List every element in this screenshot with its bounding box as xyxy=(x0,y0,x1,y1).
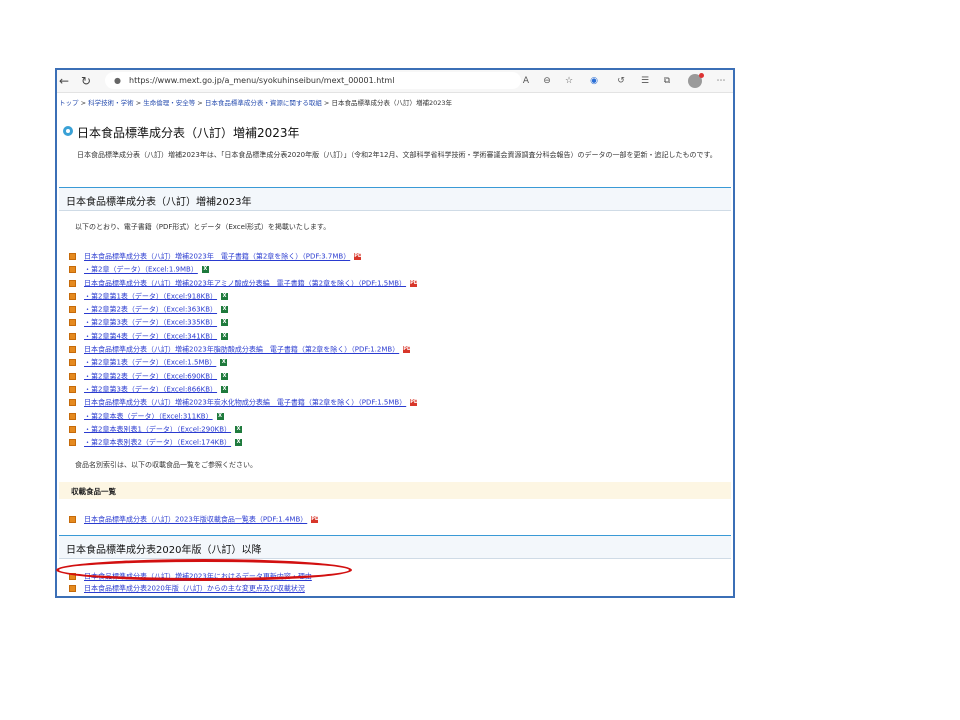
breadcrumb-link[interactable]: トップ xyxy=(59,99,79,107)
download-link-item[interactable]: ・第2章本表（データ）（Excel:311KB） X xyxy=(69,406,417,420)
download-link-item[interactable]: ・第2章本表別表1（データ）（Excel:290KB） X xyxy=(69,419,417,433)
back-arrow-icon[interactable]: ← xyxy=(59,73,69,89)
section-heading: 日本食品標準成分表2020年版（八訂）以降 xyxy=(59,535,731,559)
address-bar[interactable]: ● https://www.mext.go.jp/a_menu/syokuhin… xyxy=(105,72,521,89)
extension-icon[interactable]: ◉ xyxy=(587,74,601,88)
download-link-item[interactable]: ・第2章第1表（データ）（Excel:918KB） X xyxy=(69,286,417,300)
download-link-item[interactable]: 日本食品標準成分表（八訂）増補2023年脂肪酸成分表編 電子書籍（第2章を除く）… xyxy=(69,339,417,354)
zoom-icon[interactable]: ⊖ xyxy=(540,74,554,88)
section-heading: 日本食品標準成分表（八訂）増補2023年 xyxy=(59,187,731,211)
bullet-icon xyxy=(69,585,76,592)
circle-bullet-icon xyxy=(63,126,73,136)
changes-link[interactable]: 日本食品標準成分表2020年版（八訂）からの主な変更点及び収載状況 xyxy=(84,585,305,593)
more-menu-icon[interactable]: ⋯ xyxy=(714,74,728,88)
excel-icon: X xyxy=(235,439,243,447)
download-link-item[interactable]: ・第2章第4表（データ）（Excel:341KB） X xyxy=(69,326,417,340)
download-link-item[interactable]: ・第2章（データ）（Excel:1.9MB） X xyxy=(69,259,417,274)
profile-avatar-icon[interactable] xyxy=(688,73,704,88)
browser-toolbar: ← ↻ ● https://www.mext.go.jp/a_menu/syok… xyxy=(57,70,733,93)
red-highlight-ellipse xyxy=(56,559,352,581)
favorite-star-icon[interactable]: ☆ xyxy=(562,74,576,88)
download-link-item[interactable]: 日本食品標準成分表（八訂）増補2023年 電子書籍（第2章を除く）（PDF:3.… xyxy=(69,246,417,261)
breadcrumb-link[interactable]: 科学技術・学術 xyxy=(88,99,134,107)
catalog-link-item[interactable]: 日本食品標準成分表（八訂）2023年版収載食品一覧表（PDF:1.4MB） PDF xyxy=(69,509,323,528)
breadcrumb-link[interactable]: 日本食品標準成分表・資源に関する取組 xyxy=(205,99,322,107)
download-link-item[interactable]: ・第2章第1表（データ）（Excel:1.5MB） X xyxy=(69,352,417,367)
section-heading-text: 日本食品標準成分表（八訂）増補2023年 xyxy=(66,197,252,208)
download-link-item[interactable]: ・第2章本表別表2（データ）（Excel:174KB） X xyxy=(69,432,417,447)
download-link[interactable]: ・第2章本表別表2（データ）（Excel:174KB） xyxy=(84,439,231,447)
favorites-icon[interactable]: ☰ xyxy=(638,74,652,88)
collections-icon[interactable]: ⧉ xyxy=(660,74,674,88)
read-aloud-icon[interactable]: A xyxy=(519,74,533,88)
download-link-item[interactable]: ・第2章第3表（データ）（Excel:335KB） X xyxy=(69,312,417,327)
index-note: 食品名別索引は、以下の収載食品一覧をご参照ください。 xyxy=(75,461,257,469)
reload-icon[interactable]: ↻ xyxy=(81,73,91,89)
breadcrumb-current: 日本食品標準成分表（八訂）増補2023年 xyxy=(331,99,452,107)
section-note: 以下のとおり、電子書籍（PDF形式）とデータ（Excel形式）を掲載いたします。 xyxy=(75,223,331,231)
download-link-item[interactable]: 日本食品標準成分表（八訂）増補2023年アミノ酸成分表編 電子書籍（第2章を除く… xyxy=(69,273,421,287)
download-link-list: 日本食品標準成分表（八訂）増補2023年 電子書籍（第2章を除く）（PDF:3.… xyxy=(69,246,421,447)
download-link-item[interactable]: 日本食品標準成分表（八訂）増補2023年炭水化物成分表編 電子書籍（第2章を除く… xyxy=(69,392,421,407)
lock-icon: ● xyxy=(114,76,121,85)
breadcrumb-link[interactable]: 生命倫理・安全等 xyxy=(143,99,195,107)
page-title: 日本食品標準成分表（八訂）増補2023年 xyxy=(77,126,300,140)
subsection-heading: 収載食品一覧 xyxy=(59,482,731,499)
download-link-item[interactable]: ・第2章第2表（データ）（Excel:690KB） X xyxy=(69,366,417,380)
browser-window: ← ↻ ● https://www.mext.go.jp/a_menu/syok… xyxy=(55,68,735,598)
download-link-item[interactable]: ・第2章第2表（データ）（Excel:363KB） X xyxy=(69,299,417,314)
intro-text: 日本食品標準成分表（八訂）増補2023年は、「日本食品標準成分表2020年版（八… xyxy=(77,151,717,159)
bullet-icon xyxy=(69,439,76,447)
refresh-extension-icon[interactable]: ↺ xyxy=(614,74,628,88)
pdf-icon: PDF xyxy=(311,516,323,523)
catalog-link[interactable]: 日本食品標準成分表（八訂）2023年版収載食品一覧表（PDF:1.4MB） xyxy=(84,516,307,524)
download-link-item[interactable]: ・第2章第3表（データ）（Excel:866KB） X xyxy=(69,379,417,393)
breadcrumb: トップ > 科学技術・学術 > 生命倫理・安全等 > 日本食品標準成分表・資源に… xyxy=(59,99,452,107)
subsection-heading-text: 収載食品一覧 xyxy=(71,487,116,496)
bullet-icon xyxy=(69,516,76,523)
url-text[interactable]: https://www.mext.go.jp/a_menu/syokuhinse… xyxy=(129,72,394,89)
section-heading-text: 日本食品標準成分表2020年版（八訂）以降 xyxy=(66,545,262,556)
